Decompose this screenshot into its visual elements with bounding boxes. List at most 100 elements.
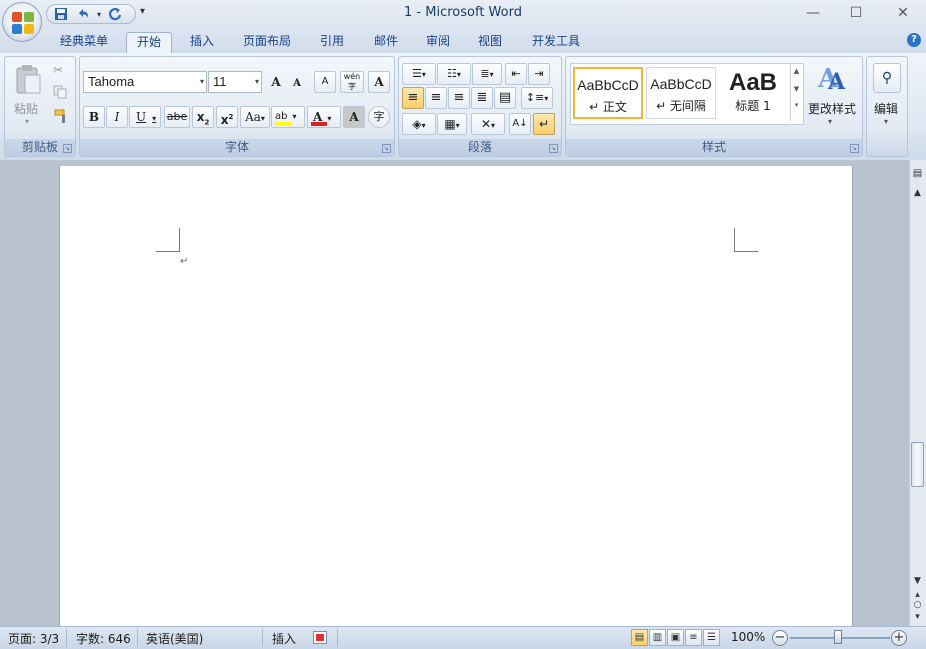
align-center-icon[interactable]: ≡	[425, 87, 447, 109]
subscript-button[interactable]: x2	[192, 106, 214, 128]
italic-button[interactable]: I	[106, 106, 128, 128]
borders-icon[interactable]: ▦▾	[437, 113, 467, 135]
page-count[interactable]: 页面: 3/3	[8, 630, 59, 647]
document-page[interactable]: ↵	[59, 166, 853, 636]
chevron-down-icon[interactable]: ▼	[791, 85, 802, 93]
change-styles-caret[interactable]: ▾	[828, 117, 832, 126]
line-spacing-icon[interactable]: ↕≡▾	[521, 87, 553, 109]
zoom-level[interactable]: 100%	[731, 630, 765, 644]
style-gallery-scroll[interactable]: ▲ ▼ ▾	[790, 65, 802, 121]
sort-icon[interactable]: A↓	[509, 113, 531, 135]
editing-label[interactable]: 编辑	[874, 100, 898, 117]
font-name-select[interactable]: Tahoma ▾	[83, 71, 207, 93]
next-page-icon[interactable]: ▾	[911, 612, 924, 622]
find-binoculars-icon[interactable]: ⚲	[873, 63, 901, 93]
increase-indent-icon[interactable]: ⇥	[528, 63, 550, 85]
tab-mailings[interactable]: 邮件	[366, 32, 406, 53]
show-marks-icon[interactable]: ↵	[533, 113, 555, 135]
justify-icon[interactable]: ≣	[471, 87, 493, 109]
styles-launcher-icon[interactable]: ↘	[850, 144, 859, 153]
paste-icon[interactable]	[13, 63, 43, 95]
web-layout-icon[interactable]: ▣	[667, 629, 684, 646]
phonetic-guide-button[interactable]: wén 字	[340, 71, 364, 93]
customize-qat-button[interactable]: ▾	[140, 6, 145, 17]
bullets-icon[interactable]: ☰▾	[402, 63, 436, 85]
tab-insert[interactable]: 插入	[182, 32, 222, 53]
change-styles-label[interactable]: 更改样式	[808, 100, 856, 117]
chevron-up-icon[interactable]: ▲	[791, 67, 802, 75]
numbering-icon[interactable]: ☷▾	[437, 63, 471, 85]
gallery-more-icon[interactable]: ▾	[791, 101, 802, 109]
undo-dropdown[interactable]: ▾	[91, 7, 107, 23]
word-count[interactable]: 字数: 646	[76, 630, 131, 647]
vertical-scrollbar[interactable]	[909, 160, 926, 626]
paragraph-launcher-icon[interactable]: ↘	[549, 144, 558, 153]
distribute-icon[interactable]: ▤	[494, 87, 516, 109]
shrink-font-button[interactable]: A	[288, 73, 306, 95]
maximize-button[interactable]: ☐	[846, 4, 866, 22]
tab-home[interactable]: 开始	[126, 32, 172, 53]
editing-caret[interactable]: ▾	[884, 117, 888, 126]
redo-icon[interactable]	[107, 7, 123, 23]
zoom-in-button[interactable]: +	[891, 630, 907, 646]
style-item-no-spacing[interactable]: AaBbCcD ↵ 无间隔	[646, 67, 716, 119]
change-case-button[interactable]: Aa▾	[240, 106, 270, 128]
font-launcher-icon[interactable]: ↘	[382, 144, 391, 153]
tab-developer[interactable]: 开发工具	[524, 32, 588, 53]
insert-mode[interactable]: 插入	[272, 630, 296, 647]
paste-caret[interactable]: ▾	[25, 117, 29, 126]
change-styles-icon[interactable]: AA	[814, 63, 850, 95]
full-screen-reading-icon[interactable]: ▥	[649, 629, 666, 646]
copy-icon[interactable]	[53, 85, 69, 101]
zoom-out-button[interactable]: −	[772, 630, 788, 646]
ruler-toggle-icon[interactable]: ▤	[911, 168, 924, 179]
highlight-button[interactable]: ab ▾	[271, 106, 305, 128]
scroll-down-icon[interactable]: ▼	[911, 576, 924, 586]
help-icon[interactable]: ?	[907, 33, 921, 47]
print-layout-icon[interactable]: ▤	[631, 629, 648, 646]
font-color-button[interactable]: A ▾	[307, 106, 341, 128]
align-right-icon[interactable]: ≡	[448, 87, 470, 109]
minimize-button[interactable]: —	[803, 4, 823, 22]
format-painter-icon[interactable]	[53, 108, 69, 124]
tab-page-layout[interactable]: 页面布局	[236, 32, 298, 53]
macro-record-icon[interactable]	[313, 631, 327, 644]
character-border-button[interactable]: A	[368, 71, 390, 93]
scrollbar-thumb[interactable]	[911, 442, 924, 487]
browse-object-icon[interactable]: ○	[911, 600, 924, 610]
bold-button[interactable]: B	[83, 106, 105, 128]
paste-label[interactable]: 粘贴	[14, 100, 38, 117]
superscript-button[interactable]: x2	[216, 106, 238, 128]
previous-page-icon[interactable]: ▴	[911, 590, 924, 600]
office-button[interactable]	[2, 2, 42, 42]
tab-view[interactable]: 视图	[470, 32, 510, 53]
save-icon[interactable]	[53, 7, 69, 23]
chinese-layout-icon[interactable]: ✕▾	[471, 113, 505, 135]
scroll-up-icon[interactable]: ▲	[911, 188, 924, 198]
tab-references[interactable]: 引用	[312, 32, 352, 53]
language-indicator[interactable]: 英语(美国)	[146, 630, 203, 647]
character-shading-button[interactable]: A	[343, 106, 365, 128]
outline-icon[interactable]: ≡	[685, 629, 702, 646]
multilevel-list-icon[interactable]: ≣▾	[472, 63, 502, 85]
grow-font-button[interactable]: A	[266, 71, 286, 93]
draft-icon[interactable]: ☰	[703, 629, 720, 646]
style-item-normal[interactable]: AaBbCcD ↵ 正文	[573, 67, 643, 119]
undo-icon[interactable]	[75, 7, 91, 23]
zoom-slider-thumb[interactable]	[834, 630, 842, 644]
underline-button[interactable]: U ▾	[129, 106, 161, 128]
strikethrough-button[interactable]: abe	[164, 106, 190, 128]
clear-formatting-button[interactable]: A	[314, 71, 336, 93]
style-item-heading-1[interactable]: AaB 标题 1	[718, 67, 788, 119]
cut-icon[interactable]: ✂	[53, 63, 69, 79]
font-size-select[interactable]: 11 ▾	[208, 71, 262, 93]
svg-text:A: A	[827, 69, 846, 93]
shading-icon[interactable]: ◈▾	[402, 113, 436, 135]
tab-classic-menu[interactable]: 经典菜单	[52, 32, 116, 53]
tab-review[interactable]: 审阅	[418, 32, 458, 53]
clipboard-launcher-icon[interactable]: ↘	[63, 144, 72, 153]
align-left-icon[interactable]: ≡	[402, 87, 424, 109]
enclose-characters-button[interactable]: 字	[368, 106, 390, 128]
close-button[interactable]: ✕	[893, 4, 913, 22]
decrease-indent-icon[interactable]: ⇤	[505, 63, 527, 85]
